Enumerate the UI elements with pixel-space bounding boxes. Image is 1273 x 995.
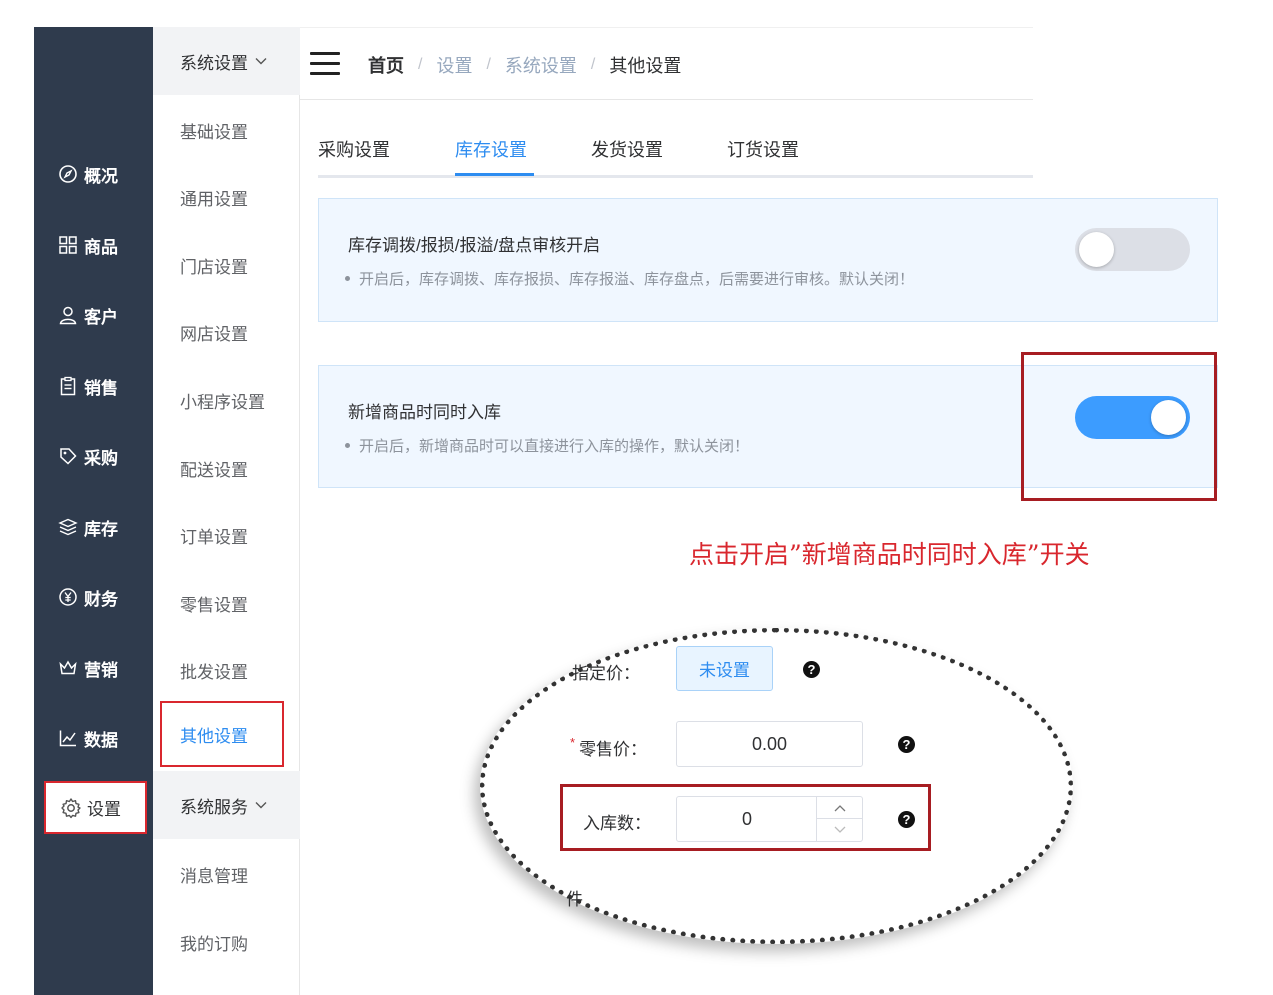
nav-label: 财务 <box>84 589 118 609</box>
stock-qty-input[interactable] <box>677 797 817 841</box>
required-mark: * <box>570 735 576 750</box>
chevron-up-icon <box>834 804 845 811</box>
nav-item-data[interactable]: 数据 <box>34 718 153 758</box>
toggle-knob <box>1079 232 1114 267</box>
retail-price-input[interactable] <box>676 721 863 767</box>
header: 首页 / 设置 / 系统设置 / 其他设置 <box>300 27 1033 100</box>
hamburger-menu-icon[interactable] <box>310 52 340 76</box>
sub-item-other-settings[interactable]: 其他设置 <box>160 701 284 767</box>
chevron-down-icon <box>255 58 267 65</box>
nav-item-sales[interactable]: 销售 <box>34 366 153 406</box>
line-chart-icon <box>59 730 76 747</box>
sub-group-label: 系统服务 <box>180 797 248 817</box>
sub-item-wholesale[interactable]: 批发设置 <box>180 658 248 683</box>
retail-price-label: * 零售价： <box>570 735 647 760</box>
new-product-stock-in-toggle[interactable] <box>1075 396 1190 439</box>
compass-icon <box>59 165 77 183</box>
setting-description: 开启后，新增商品时可以直接进行入库的操作，默认关闭！ <box>344 435 749 456</box>
sub-item-retail[interactable]: 零售设置 <box>180 591 248 616</box>
setting-title: 库存调拨/报损/报溢/盘点审核开启 <box>348 236 601 255</box>
fixed-price-unset-button[interactable]: 未设置 <box>676 646 773 691</box>
sub-item-delivery[interactable]: 配送设置 <box>180 456 248 481</box>
nav-label: 库存 <box>84 519 118 539</box>
breadcrumb-current: 其他设置 <box>609 56 682 76</box>
setting-card-inventory-audit: 库存调拨/报损/报溢/盘点审核开启 开启后，库存调拨、库存报损、库存报溢、库存盘… <box>318 198 1218 322</box>
nav-item-finance[interactable]: 财务 <box>34 577 153 617</box>
sub-item-store[interactable]: 门店设置 <box>180 253 248 278</box>
breadcrumb-system-settings[interactable]: 系统设置 <box>505 52 577 78</box>
tab-purchase-settings[interactable]: 采购设置 <box>318 136 390 162</box>
gear-icon <box>61 797 81 818</box>
nav-label: 销售 <box>84 378 118 398</box>
stock-qty-stepper <box>676 796 863 842</box>
help-icon[interactable]: ? <box>898 736 915 753</box>
clipboard-icon <box>60 376 76 396</box>
sub-group-label: 系统设置 <box>180 53 248 73</box>
nav-item-settings[interactable]: 设置 <box>44 781 147 834</box>
active-tab-indicator <box>455 173 534 176</box>
tab-shipping-settings[interactable]: 发货设置 <box>591 136 663 162</box>
nav-item-purchase[interactable]: 采购 <box>34 436 153 476</box>
settings-tabs: 采购设置 库存设置 发货设置 订货设置 <box>318 120 1033 178</box>
help-icon[interactable]: ? <box>803 661 820 678</box>
nav-item-marketing[interactable]: 营销 <box>34 648 153 688</box>
crown-icon <box>59 660 77 675</box>
nav-label: 采购 <box>84 448 118 468</box>
stepper-increase[interactable] <box>816 797 862 819</box>
breadcrumb-settings[interactable]: 设置 <box>436 52 472 78</box>
nav-item-overview[interactable]: 概况 <box>34 154 153 194</box>
nav-item-products[interactable]: 商品 <box>34 225 153 265</box>
settings-label: 设置 <box>87 800 121 819</box>
toggle-knob <box>1151 400 1186 435</box>
setting-description: 开启后，库存调拨、库存报损、库存报溢、库存盘点，后需要进行审核。默认关闭！ <box>344 268 914 289</box>
chevron-down-icon <box>834 826 845 833</box>
nav-label: 数据 <box>84 730 118 750</box>
retail-price-label-text: 零售价： <box>579 740 648 759</box>
grid-icon <box>59 236 77 254</box>
sub-item-my-orders[interactable]: 我的订购 <box>180 930 248 955</box>
sub-sidebar <box>153 27 300 995</box>
sub-item-basic[interactable]: 基础设置 <box>180 118 248 143</box>
sub-item-messages[interactable]: 消息管理 <box>180 862 248 887</box>
breadcrumb-separator: / <box>486 56 491 73</box>
setting-card-new-product-stock-in: 新增商品时同时入库 开启后，新增商品时可以直接进行入库的操作，默认关闭！ <box>318 365 1218 488</box>
nav-label: 客户 <box>84 307 118 327</box>
chevron-down-icon <box>255 802 267 809</box>
tab-ordering-settings[interactable]: 订货设置 <box>727 136 799 162</box>
layers-icon <box>58 518 78 536</box>
yen-icon <box>59 588 77 606</box>
breadcrumb-home[interactable]: 首页 <box>368 52 404 78</box>
tag-icon <box>60 448 77 465</box>
nav-label: 营销 <box>84 660 118 680</box>
setting-title: 新增商品时同时入库 <box>348 403 501 422</box>
tab-inventory-settings[interactable]: 库存设置 <box>455 136 527 162</box>
breadcrumb-separator: / <box>590 56 596 73</box>
stock-qty-label: 入库数： <box>583 814 651 833</box>
annotation-text: 点击开启”新增商品时同时入库”开关 <box>689 540 1090 569</box>
sub-item-mini-program[interactable]: 小程序设置 <box>180 388 265 413</box>
sub-item-general[interactable]: 通用设置 <box>180 185 248 210</box>
partial-label: 件 <box>566 890 583 909</box>
sub-item-order[interactable]: 订单设置 <box>180 523 248 548</box>
user-icon <box>59 306 77 325</box>
nav-label: 概况 <box>84 166 118 186</box>
nav-item-inventory[interactable]: 库存 <box>34 507 153 547</box>
breadcrumb: 首页 / 设置 / 系统设置 / 其他设置 <box>368 52 681 78</box>
sub-group-system-services[interactable]: 系统服务 <box>153 771 300 839</box>
main-sidebar: 概况 商品 客户 销售 采购 库存 财务 营销 数据 <box>34 27 153 995</box>
sub-item-online-store[interactable]: 网店设置 <box>180 320 248 345</box>
nav-label: 商品 <box>84 237 118 257</box>
inventory-audit-toggle[interactable] <box>1075 228 1190 271</box>
nav-item-customers[interactable]: 客户 <box>34 295 153 335</box>
fixed-price-label: 指定价： <box>572 664 640 683</box>
stepper-decrease[interactable] <box>816 819 862 841</box>
breadcrumb-separator: / <box>418 56 423 73</box>
help-icon[interactable]: ? <box>898 811 915 828</box>
sub-group-system-settings[interactable]: 系统设置 <box>153 27 300 95</box>
